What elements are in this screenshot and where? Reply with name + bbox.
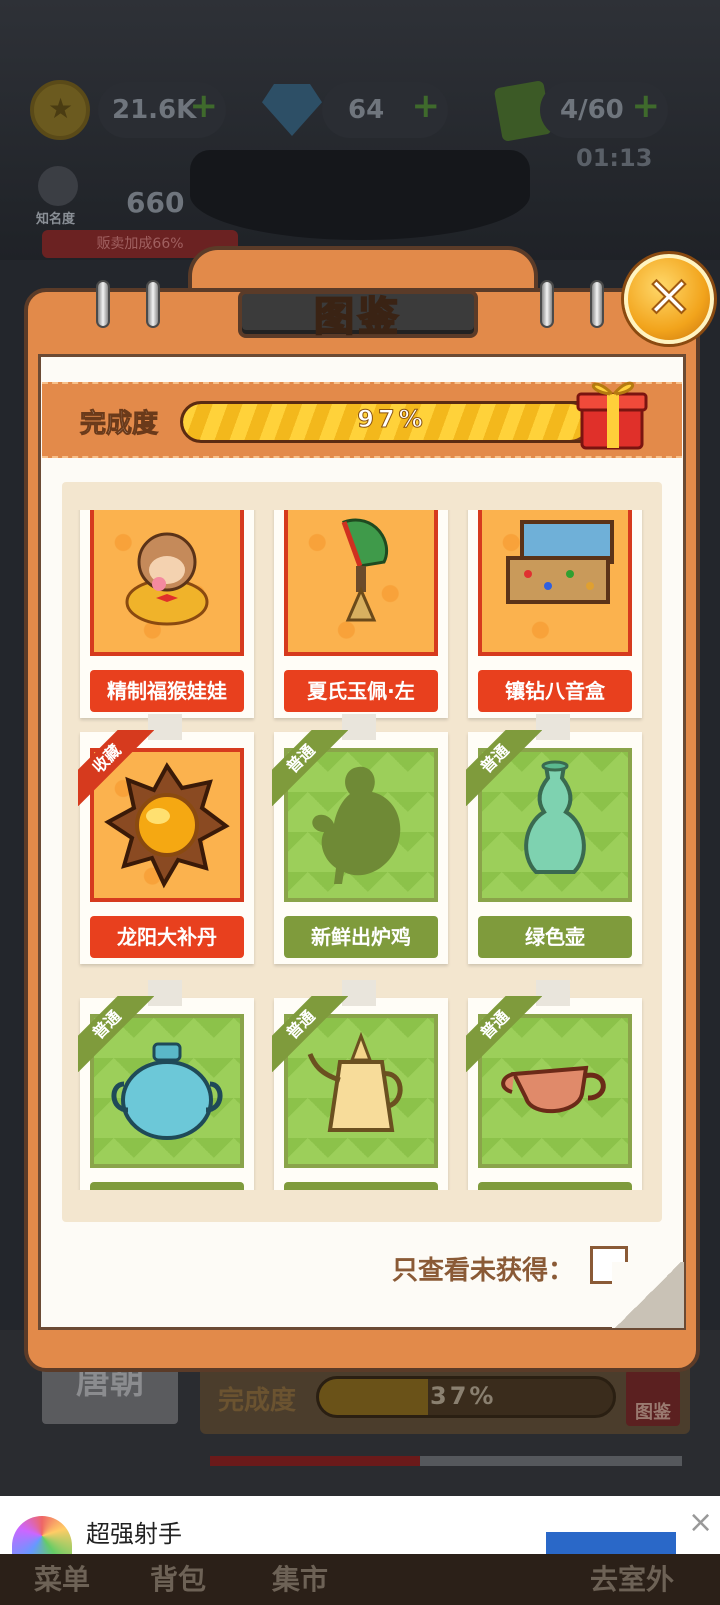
- collection-card[interactable]: 普通 新鲜出炉鸡: [272, 714, 448, 964]
- ad-title: 超强射手: [86, 1520, 182, 1548]
- collection-card[interactable]: 普通 绿色壶: [466, 714, 642, 964]
- binder-ring-icon: [590, 280, 604, 328]
- nav-menu[interactable]: 菜单: [34, 1558, 90, 1598]
- monkey-doll-icon: [125, 532, 209, 626]
- rarity-label: 普通: [272, 730, 348, 806]
- completion-label: 完成度: [79, 409, 159, 440]
- jade-pendant-icon: [341, 518, 389, 622]
- rarity-ribbon: 普通: [466, 730, 542, 806]
- rarity-ribbon: 普通: [78, 996, 154, 1072]
- rarity-label: 普通: [466, 996, 542, 1072]
- nav-market[interactable]: 集市: [272, 1558, 328, 1598]
- nav-go-outdoor[interactable]: 去室外: [590, 1558, 674, 1598]
- rarity-ribbon: 普通: [272, 996, 348, 1072]
- collection-grid[interactable]: 精制福猴娃娃 夏氏玉佩·左 镶钻八音盒 收藏 龙阳大补丹 普通 新鲜出炉鸡 普通…: [62, 510, 662, 1190]
- rarity-label: 收藏: [78, 730, 154, 806]
- card-name: 龙阳大补丹: [90, 916, 244, 958]
- binder-ring-icon: [96, 280, 110, 328]
- gift-box-icon[interactable]: [574, 372, 650, 450]
- collection-card[interactable]: 普通: [272, 980, 448, 1190]
- close-button[interactable]: ✕: [624, 254, 714, 344]
- rarity-label: 普通: [272, 996, 348, 1072]
- card-name: [284, 1182, 438, 1190]
- card-name: 夏氏玉佩·左: [284, 670, 438, 712]
- collection-card[interactable]: 夏氏玉佩·左: [274, 510, 448, 718]
- rarity-label: 普通: [466, 730, 542, 806]
- completion-percent: 97%: [357, 405, 427, 434]
- rarity-label: 普通: [78, 996, 154, 1072]
- rarity-ribbon: 普通: [466, 996, 542, 1072]
- page-curl: [612, 1262, 684, 1328]
- filter-unobtained-label: 只查看未获得：: [392, 1256, 575, 1286]
- card-name: 新鲜出炉鸡: [284, 916, 438, 958]
- rarity-ribbon: 收藏: [78, 730, 154, 806]
- binder-ring-icon: [146, 280, 160, 328]
- card-name: [478, 1182, 632, 1190]
- collection-card[interactable]: 精制福猴娃娃: [80, 510, 254, 718]
- ad-action-button[interactable]: [546, 1532, 676, 1554]
- modal-title: 图鉴: [313, 293, 402, 341]
- collection-card[interactable]: 普通: [78, 980, 254, 1190]
- collection-card[interactable]: 普通: [466, 980, 642, 1190]
- card-name: [90, 1182, 244, 1190]
- card-name: 精制福猴娃娃: [90, 670, 244, 712]
- collection-card[interactable]: 收藏 龙阳大补丹: [78, 714, 254, 964]
- card-name: 绿色壶: [478, 916, 632, 958]
- music-box-icon: [506, 520, 614, 604]
- nav-bag[interactable]: 背包: [150, 1558, 206, 1598]
- collection-card[interactable]: 镶钻八音盒: [468, 510, 642, 718]
- ad-close-icon[interactable]: ×: [688, 1508, 713, 1538]
- card-name: 镶钻八音盒: [478, 670, 632, 712]
- rarity-ribbon: 普通: [272, 730, 348, 806]
- close-icon: ✕: [645, 266, 694, 331]
- binder-ring-icon: [540, 280, 554, 328]
